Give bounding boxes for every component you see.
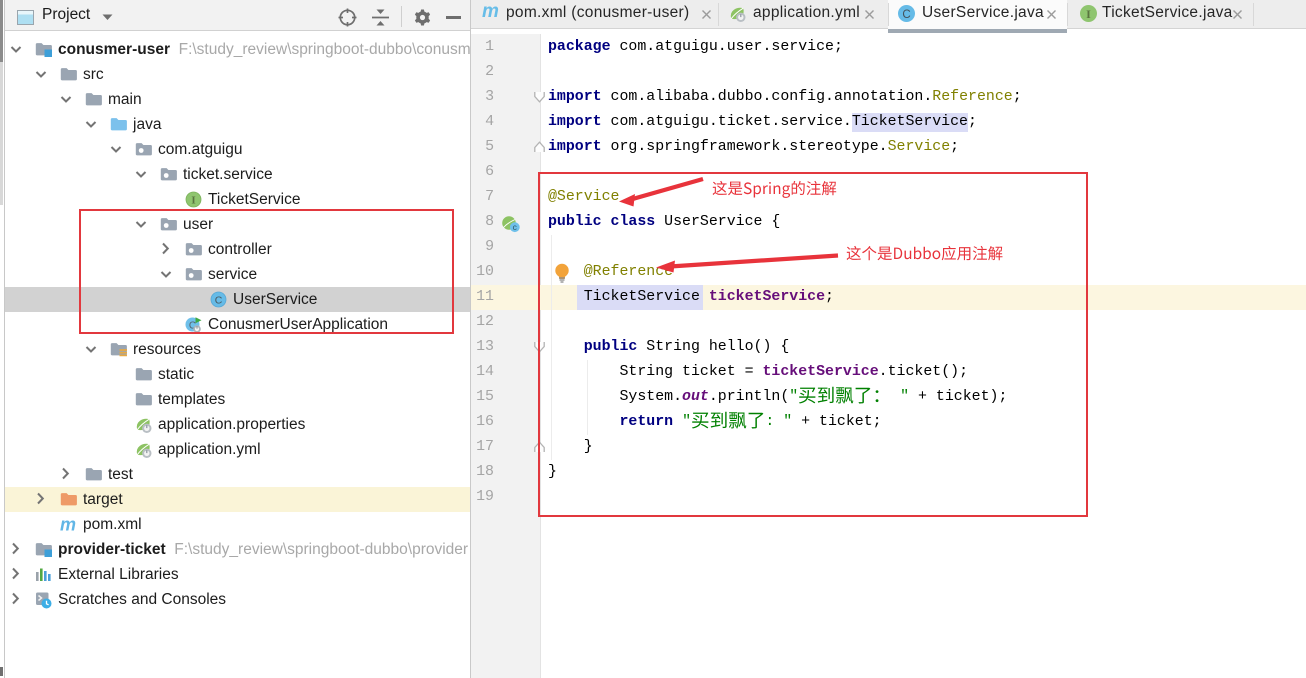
svg-text:I: I bbox=[191, 194, 195, 206]
svg-text:I: I bbox=[1086, 7, 1091, 21]
svg-text:C: C bbox=[902, 9, 910, 21]
svg-text:m: m bbox=[60, 516, 76, 534]
svg-text:c: c bbox=[513, 222, 518, 232]
